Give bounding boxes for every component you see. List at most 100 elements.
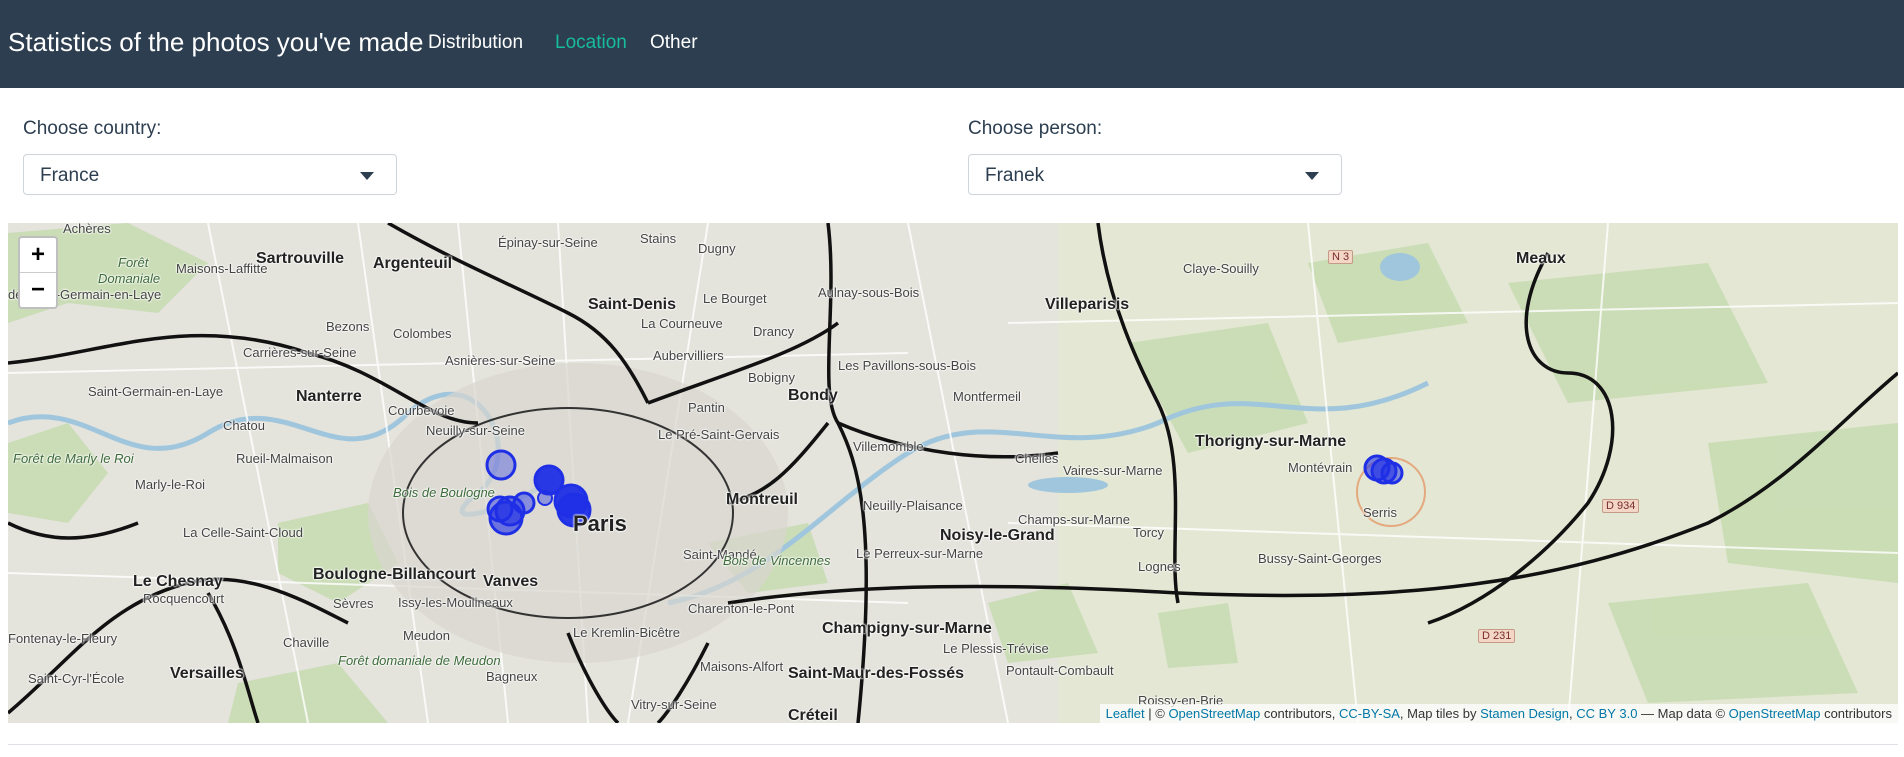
place-label: Champs-sur-Marne [1018,512,1130,527]
zoom-control: + − [18,236,58,309]
place-label: Bezons [326,319,370,334]
place-label: Carrières-sur-Seine [243,345,357,360]
place-label: Le Bourget [703,291,767,306]
attribution-text: contributors, [1260,706,1339,721]
place-label: Pontault-Combault [1006,663,1114,678]
place-label: Charenton-le-Pont [688,601,795,616]
attribution-text: , Map tiles by [1399,706,1481,721]
place-label: Montévrain [1288,460,1353,475]
place-label: Vanves [483,573,539,590]
place-label: Achères [63,223,111,236]
place-label: Marly-le-Roi [135,477,206,492]
country-label: Choose country: [23,118,162,139]
cc-by-link[interactable]: CC BY 3.0 [1576,706,1637,721]
place-label: Villeparisis [1045,296,1130,313]
tab-location[interactable]: Location [555,32,627,54]
osm-link[interactable]: OpenStreetMap [1168,706,1260,721]
place-label: Bagneux [486,669,538,684]
place-label: Aulnay-sous-Bois [818,285,920,300]
place-label: Drancy [753,324,795,339]
person-select-value: Franek [985,165,1045,186]
place-label: Le Perreux-sur-Marne [856,546,984,561]
attribution-text: — Map data © [1637,706,1729,721]
zoom-out-button[interactable]: − [20,272,56,307]
place-label: Versailles [170,665,244,682]
map[interactable]: Achères Forêt Domaniale de Saint-Germain… [8,223,1898,723]
place-label: Champigny-sur-Marne [822,620,992,637]
map-attribution: Leaflet | © OpenStreetMap contributors , … [1099,704,1898,723]
caret-down-icon [360,172,374,180]
place-label: Créteil [788,707,838,723]
place-label: La Celle-Saint-Cloud [183,525,303,540]
place-label: Bussy-Saint-Georges [1258,551,1382,566]
app-title: Statistics of the photos you've made [8,27,424,57]
tab-distribution[interactable]: Distribution [428,32,523,54]
place-label: Sartrouville [256,250,345,267]
leaflet-link[interactable]: Leaflet [1106,706,1145,721]
attribution-text: | © [1144,706,1169,721]
road-label: D 934 [1602,499,1640,513]
divider [8,744,1898,745]
place-label: Chelles [1015,451,1059,466]
navbar: Statistics of the photos you've made Dis… [0,0,1904,88]
place-label: Le Chesnay [133,573,223,590]
person-label: Choose person: [968,118,1103,139]
place-label: Paris [573,511,627,536]
place-label: Fontenay-le-Fleury [8,631,118,646]
place-label: Villemomble [853,439,924,454]
place-label: Vaires-sur-Marne [1063,463,1163,478]
place-label: Nanterre [296,388,362,405]
place-label: Épinay-sur-Seine [498,235,598,250]
person-select[interactable]: Franek [968,154,1342,195]
place-label: Sèvres [333,596,374,611]
place-label: Colombes [393,326,452,341]
place-label: Neuilly-Plaisance [863,498,963,513]
place-label: Courbevoie [388,403,455,418]
place-label: Pantin [688,400,725,415]
osm-link-2[interactable]: OpenStreetMap [1729,706,1821,721]
place-label: Chatou [223,418,265,433]
place-label: Thorigny-sur-Marne [1195,433,1347,450]
place-label: Lognes [1138,559,1181,574]
place-label: Forêt de Marly le Roi [13,451,134,466]
place-label: Les Pavillons-sous-Bois [838,358,977,373]
place-label: Serris [1363,505,1397,520]
place-label: Le Kremlin-Bicêtre [573,625,680,640]
road-label: N 3 [1328,250,1354,264]
road-label: D 231 [1478,629,1516,643]
country-select[interactable]: France [23,154,397,195]
place-label: Saint-Maur-des-Fossés [788,665,965,682]
place-label: Meaux [1516,250,1566,267]
place-label: Claye-Souilly [1183,261,1259,276]
place-label: Dugny [698,241,736,256]
place-label: Neuilly-sur-Seine [426,423,525,438]
place-label: Asnières-sur-Seine [445,353,556,368]
cc-by-sa-link[interactable]: CC-BY-SA [1339,706,1400,721]
place-label: Forêt [118,255,149,270]
zoom-in-button[interactable]: + [20,238,56,272]
place-label: Bois de Boulogne [393,485,495,500]
stamen-link[interactable]: Stamen Design [1480,706,1569,721]
place-label: Torcy [1133,525,1165,540]
tab-other[interactable]: Other [650,32,698,54]
place-label: Meudon [403,628,450,643]
place-label: Montreuil [726,491,798,508]
place-label: Saint-Germain-en-Laye [88,384,224,399]
place-label: Stains [640,231,677,246]
place-label: Vitry-sur-Seine [631,697,717,712]
place-label: Chaville [283,635,330,650]
place-label: Bobigny [748,370,795,385]
place-label: Maisons-Laffitte [176,261,268,276]
place-label: Rueil-Malmaison [236,451,333,466]
place-label: Forêt domaniale de Meudon [338,653,501,668]
place-label: Maisons-Alfort [700,659,784,674]
place-label: La Courneuve [641,316,723,331]
place-label: Aubervilliers [653,348,724,363]
caret-down-icon [1305,172,1319,180]
place-label: Noisy-le-Grand [940,527,1055,544]
place-label: Montfermeil [953,389,1021,404]
place-label: Saint-Cyr-l'École [28,671,125,686]
place-label: Bondy [788,387,838,404]
place-label: Domaniale [98,271,161,286]
place-label: Issy-les-Moulineaux [398,595,513,610]
